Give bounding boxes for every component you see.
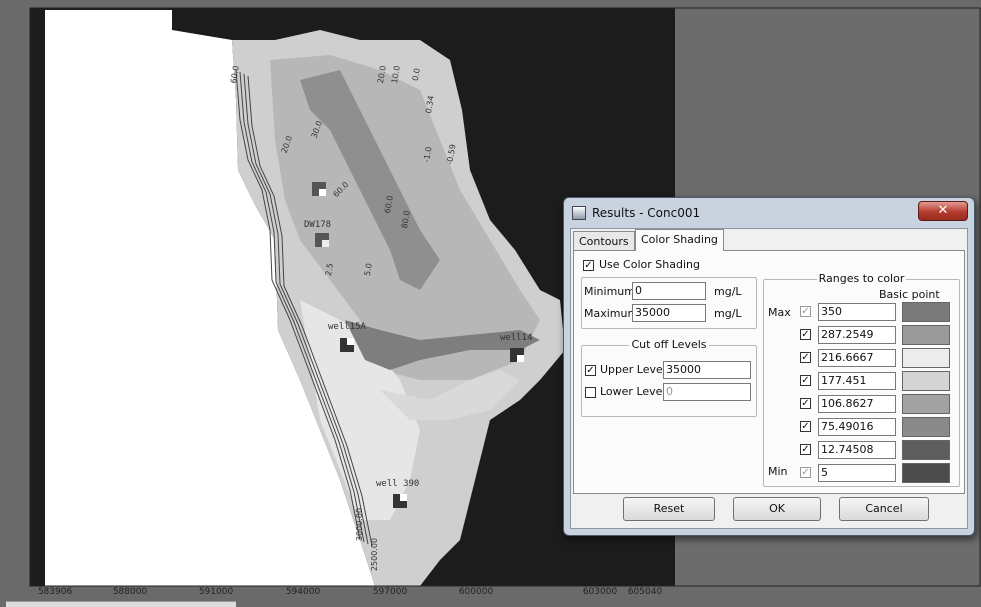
cutoff-levels-group: Cut off Levels bbox=[581, 338, 757, 417]
range-checkbox[interactable]: ✓ bbox=[800, 421, 811, 432]
range-checkbox[interactable]: ✓ bbox=[800, 352, 811, 363]
y-tick-label: 1212310 bbox=[0, 567, 44, 589]
tab-contours[interactable]: Contours bbox=[573, 231, 635, 251]
x-tick-label: 588000 bbox=[112, 587, 148, 597]
minimum-input[interactable]: 0 bbox=[632, 282, 706, 300]
range-value-input[interactable]: 5 bbox=[818, 464, 896, 482]
use-color-shading-checkbox[interactable]: ✓ bbox=[583, 260, 594, 271]
range-color-swatch[interactable] bbox=[902, 417, 950, 437]
dialog-client: Contours Color Shading ✓ Use Color Shadi… bbox=[570, 228, 968, 529]
well-label: DW178 bbox=[304, 220, 332, 230]
dialog-titlebar[interactable]: Results - Conc001 ✕ bbox=[564, 198, 974, 228]
y-tick-label: 1224000 bbox=[0, 255, 44, 277]
well-label: well15A bbox=[328, 322, 366, 332]
range-color-swatch[interactable] bbox=[902, 348, 950, 368]
range-color-swatch[interactable] bbox=[902, 371, 950, 391]
range-color-swatch[interactable] bbox=[902, 325, 950, 345]
sheet-tabs[interactable] bbox=[6, 601, 236, 607]
range-value-input[interactable]: 350 bbox=[818, 303, 896, 321]
y-tick-label: 1221000 bbox=[0, 341, 44, 363]
range-checkbox[interactable]: ✓ bbox=[800, 467, 811, 478]
range-value-input[interactable]: 106.8627 bbox=[818, 395, 896, 413]
app-icon bbox=[572, 206, 586, 220]
color-shading-panel: ✓ Use Color Shading Minimum: 0 mg/L Maxi… bbox=[573, 250, 965, 494]
maximum-input[interactable]: 35000 bbox=[632, 304, 706, 322]
upper-level-input[interactable]: 35000 bbox=[663, 361, 751, 379]
upper-level-checkbox[interactable]: ✓ bbox=[585, 365, 596, 376]
close-button[interactable]: ✕ bbox=[918, 201, 968, 221]
ranges-title: Ranges to color bbox=[816, 272, 907, 285]
range-checkbox[interactable]: ✓ bbox=[800, 398, 811, 409]
well-label: well14 bbox=[500, 333, 533, 343]
x-tick-label: 597000 bbox=[372, 587, 408, 597]
lower-level-input[interactable]: 0 bbox=[663, 383, 751, 401]
range-value-input[interactable]: 216.6667 bbox=[818, 349, 896, 367]
tab-color-shading[interactable]: Color Shading bbox=[635, 229, 724, 251]
results-dialog: Results - Conc001 ✕ Contours Color Shadi… bbox=[563, 197, 975, 536]
range-value-input[interactable]: 287.2549 bbox=[818, 326, 896, 344]
cutoff-levels-title: Cut off Levels bbox=[629, 338, 709, 351]
range-color-swatch[interactable] bbox=[902, 463, 950, 483]
y-tick-label: 1218000 bbox=[0, 429, 44, 451]
basic-point-label: Basic point bbox=[879, 288, 940, 301]
upper-level-label: Upper Level bbox=[600, 363, 666, 376]
range-value-input[interactable]: 75.49016 bbox=[818, 418, 896, 436]
y-tick-label: 1230000 bbox=[0, 77, 44, 99]
ok-button[interactable]: OK bbox=[733, 497, 821, 521]
maximum-unit: mg/L bbox=[714, 307, 742, 320]
contour-label: 2500.00 bbox=[370, 537, 380, 572]
range-value-input[interactable]: 12.74508 bbox=[818, 441, 896, 459]
cancel-button[interactable]: Cancel bbox=[839, 497, 929, 521]
y-tick-label: 1233242 bbox=[0, 11, 44, 33]
range-checkbox[interactable]: ✓ bbox=[800, 375, 811, 386]
range-color-swatch[interactable] bbox=[902, 440, 950, 460]
well-label: well 390 bbox=[376, 479, 420, 489]
lower-level-label: Lower Level bbox=[600, 385, 666, 398]
max-label: Max bbox=[768, 306, 791, 319]
use-color-shading-label: Use Color Shading bbox=[599, 258, 700, 271]
x-tick-label: 591000 bbox=[198, 587, 234, 597]
range-checkbox[interactable]: ✓ bbox=[800, 306, 811, 317]
x-tick-label: 600000 bbox=[458, 587, 494, 597]
y-tick-label: 1227000 bbox=[0, 167, 44, 189]
x-tick-label: 583906 bbox=[37, 587, 73, 597]
range-value-input[interactable]: 177.451 bbox=[818, 372, 896, 390]
min-label: Min bbox=[768, 465, 788, 478]
minimum-unit: mg/L bbox=[714, 285, 742, 298]
range-checkbox[interactable]: ✓ bbox=[800, 444, 811, 455]
range-color-swatch[interactable] bbox=[902, 302, 950, 322]
x-tick-label: 594000 bbox=[285, 587, 321, 597]
range-checkbox[interactable]: ✓ bbox=[800, 329, 811, 340]
lower-level-checkbox[interactable] bbox=[585, 387, 596, 398]
x-tick-label: 605040 bbox=[627, 587, 663, 597]
y-tick-label: 1215000 bbox=[0, 515, 44, 537]
minimum-label: Minimum: bbox=[584, 285, 639, 298]
contour-label: 3000.00 bbox=[355, 507, 365, 542]
range-color-swatch[interactable] bbox=[902, 394, 950, 414]
reset-button[interactable]: Reset bbox=[623, 497, 715, 521]
dialog-title: Results - Conc001 bbox=[592, 206, 701, 220]
